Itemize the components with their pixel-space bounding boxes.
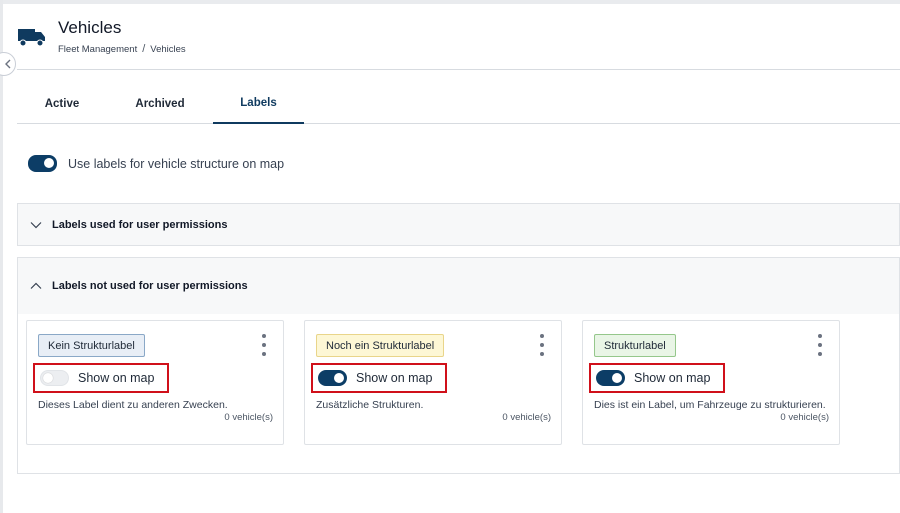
show-on-map-row: Show on map [311,363,447,393]
dot [540,334,544,338]
label-badge: Kein Strukturlabel [38,334,145,357]
section-labels-used-header[interactable]: Labels used for user permissions [18,204,899,245]
show-on-map-switch[interactable] [40,370,69,386]
label-description: Zusätzliche Strukturen. [316,399,424,411]
show-on-map-label: Show on map [634,371,711,385]
section-title: Labels used for user permissions [52,218,228,231]
label-badge: Noch ein Strukturlabel [316,334,445,357]
dot [818,343,822,347]
label-description: Dieses Label dient zu anderen Zwecken. [38,399,228,411]
dot [818,334,822,338]
show-on-map-label: Show on map [356,371,433,385]
more-options-button[interactable] [537,334,547,356]
label-badge: Strukturlabel [594,334,676,357]
section-labels-not-used-header[interactable]: Labels not used for user permissions [18,258,899,314]
left-rail [0,0,3,513]
page-title: Vehicles [58,18,122,37]
use-labels-switch[interactable] [28,155,57,172]
tab-active[interactable]: Active [17,84,107,124]
more-options-button[interactable] [815,334,825,356]
section-labels-used: Labels used for user permissions [17,203,900,246]
vehicle-count: 0 vehicle(s) [224,412,273,423]
page-header: Vehicles Fleet Management / Vehicles [17,14,186,64]
chevron-down-icon [30,221,42,228]
dot [262,343,266,347]
breadcrumb: Fleet Management / Vehicles [58,43,186,55]
show-on-map-switch[interactable] [596,370,625,386]
dot [540,352,544,356]
show-on-map-label: Show on map [78,371,155,385]
more-options-button[interactable] [259,334,269,356]
chevron-left-icon [4,59,10,69]
label-description: Dies ist ein Label, um Fahrzeuge zu stru… [594,399,826,411]
breadcrumb-vehicles: Vehicles [150,43,186,55]
vehicle-count: 0 vehicle(s) [502,412,551,423]
show-on-map-row: Show on map [33,363,169,393]
breadcrumb-separator: / [142,43,146,55]
label-card: Kein Strukturlabel Show on map Dieses La… [26,320,284,445]
label-card: Strukturlabel Show on map Dies ist ein L… [582,320,840,445]
dot [540,343,544,347]
truck-icon [18,29,45,47]
dot [262,352,266,356]
section-title: Labels not used for user permissions [52,280,248,292]
dot [262,334,266,338]
chevron-up-icon [30,282,42,289]
tab-bar: Active Archived Labels [17,84,900,124]
label-card: Noch ein Strukturlabel Show on map Zusät… [304,320,562,445]
use-labels-toggle-row: Use labels for vehicle structure on map [28,155,284,172]
header-divider [17,69,900,70]
dot [818,352,822,356]
sidebar-collapse-button[interactable] [0,52,16,76]
tab-labels[interactable]: Labels [213,84,304,124]
tab-archived[interactable]: Archived [107,84,213,124]
show-on-map-row: Show on map [589,363,725,393]
vehicle-count: 0 vehicle(s) [780,412,829,423]
use-labels-label: Use labels for vehicle structure on map [68,156,285,171]
breadcrumb-fleet-management[interactable]: Fleet Management [58,44,137,55]
top-border [0,0,900,4]
show-on-map-switch[interactable] [318,370,347,386]
